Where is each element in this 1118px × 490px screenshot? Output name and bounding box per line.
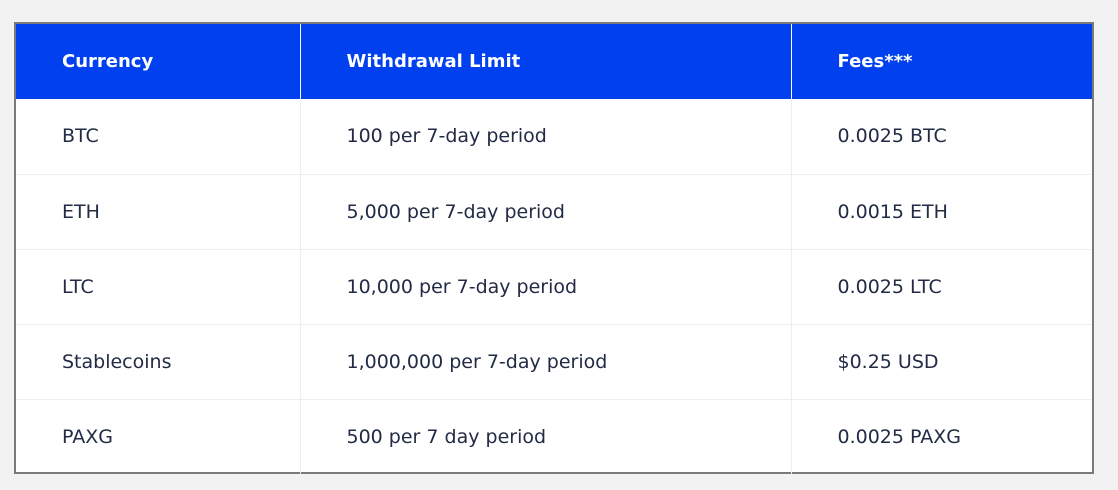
table-row: PAXG 500 per 7 day period 0.0025 PAXG xyxy=(16,399,1092,474)
cell-withdrawal-limit: 500 per 7 day period xyxy=(300,399,792,474)
table-row: BTC 100 per 7-day period 0.0025 BTC xyxy=(16,99,1092,174)
cell-withdrawal-limit: 5,000 per 7-day period xyxy=(300,174,792,249)
limits-table: Currency Withdrawal Limit Fees*** BTC 10… xyxy=(16,24,1092,474)
cell-fee: 0.0025 PAXG xyxy=(837,425,962,448)
cell-currency: LTC xyxy=(16,249,301,324)
table-row: ETH 5,000 per 7-day period 0.0015 ETH xyxy=(16,174,1092,249)
table-header: Currency Withdrawal Limit Fees*** xyxy=(16,24,1092,99)
cell-withdrawal-limit: 10,000 per 7-day period xyxy=(300,249,792,324)
cell-currency: Stablecoins xyxy=(16,324,301,399)
cell-fee: 0.0015 ETH xyxy=(837,200,948,223)
table-row: LTC 10,000 per 7-day period 0.0025 LTC xyxy=(16,249,1092,324)
header-fees: Fees*** xyxy=(837,51,913,72)
header-withdrawal-limit: Withdrawal Limit xyxy=(300,24,792,99)
cell-fee: 0.0025 LTC xyxy=(837,275,942,298)
withdrawal-limits-table: Currency Withdrawal Limit Fees*** BTC 10… xyxy=(14,22,1094,474)
cell-currency: PAXG xyxy=(16,399,301,474)
cell-withdrawal-limit: 1,000,000 per 7-day period xyxy=(300,324,792,399)
cell-fee: $0.25 USD xyxy=(837,350,939,373)
cell-withdrawal-limit: 100 per 7-day period xyxy=(300,99,792,174)
table-row: Stablecoins 1,000,000 per 7-day period $… xyxy=(16,324,1092,399)
cell-fee: 0.0025 BTC xyxy=(837,125,947,148)
header-currency: Currency xyxy=(16,24,301,99)
header-row: Currency Withdrawal Limit Fees*** xyxy=(16,24,1092,99)
cell-currency: BTC xyxy=(16,99,301,174)
table-body: BTC 100 per 7-day period 0.0025 BTC ETH … xyxy=(16,99,1092,474)
cell-currency: ETH xyxy=(16,174,301,249)
